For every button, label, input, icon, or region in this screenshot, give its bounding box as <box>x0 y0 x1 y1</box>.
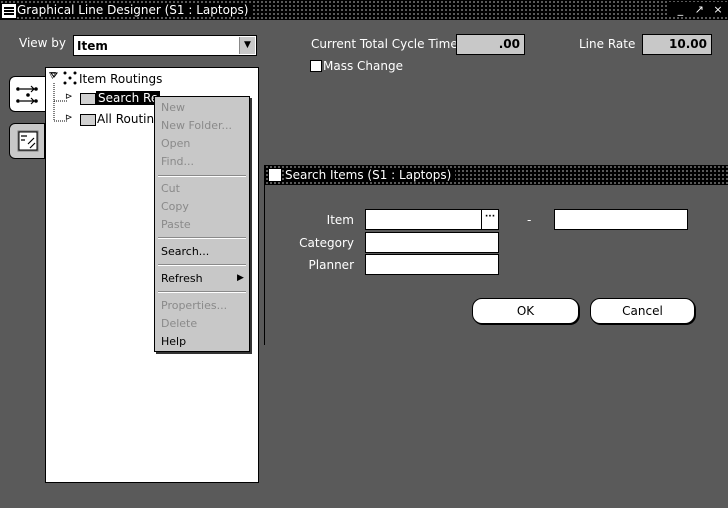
close-icon[interactable]: × <box>711 3 725 17</box>
menu-item-properties[interactable]: Properties... <box>161 299 227 312</box>
menu-item-delete[interactable]: Delete <box>161 317 197 330</box>
collapse-icon[interactable]: ▽ <box>49 71 56 81</box>
tree-item-search-results[interactable]: Search Re <box>96 91 161 105</box>
mass-change-checkbox[interactable] <box>310 60 322 72</box>
folder-icon <box>80 114 96 126</box>
window-title: Graphical Line Designer (S1 : Laptops) <box>17 3 252 17</box>
view-by-label: View by <box>19 36 67 50</box>
cycle-time-field: .00 <box>456 34 525 55</box>
line-rate-field: 10.00 <box>642 34 712 55</box>
category-label: Category <box>299 236 354 250</box>
cancel-button[interactable]: Cancel <box>590 298 695 324</box>
menu-item-search[interactable]: Search... <box>161 245 209 258</box>
app-icon <box>1 3 17 19</box>
item-to-field[interactable] <box>554 209 688 230</box>
mass-change-label: Mass Change <box>323 59 403 73</box>
view-by-value: Item <box>77 39 108 53</box>
tree-item-all-routings[interactable]: All Routing <box>97 112 162 126</box>
item-from-field[interactable]: ··· <box>365 209 499 230</box>
line-rate-label: Line Rate <box>579 37 636 51</box>
list-of-values-icon[interactable]: ··· <box>481 210 498 229</box>
menu-separator <box>158 291 246 293</box>
network-icon <box>63 71 77 85</box>
menu-item-new[interactable]: New <box>161 101 185 114</box>
submenu-arrow-icon: ▶ <box>237 273 244 283</box>
item-label: Item <box>326 213 354 227</box>
chevron-down-icon[interactable]: ▼ <box>239 37 255 54</box>
menu-item-copy[interactable]: Copy <box>161 200 189 213</box>
ok-button[interactable]: OK <box>472 298 579 324</box>
minimize-icon[interactable]: _ <box>673 3 687 17</box>
menu-item-cut[interactable]: Cut <box>161 182 180 195</box>
menu-separator <box>158 264 246 266</box>
planner-label: Planner <box>308 258 354 272</box>
tree-root-label[interactable]: Item Routings <box>79 72 162 86</box>
expand-icon[interactable]: ⊳ <box>65 113 73 123</box>
folder-icon <box>80 93 96 105</box>
dialog-title-bar: Search Items (S1 : Laptops) <box>265 165 728 185</box>
dialog-title: Search Items (S1 : Laptops) <box>285 168 456 182</box>
planner-field[interactable] <box>365 254 499 275</box>
menu-item-find[interactable]: Find... <box>161 155 194 168</box>
main-title-bar: Graphical Line Designer (S1 : Laptops) _… <box>0 0 728 20</box>
menu-item-refresh[interactable]: Refresh <box>161 272 203 285</box>
maximize-icon[interactable]: ↗ <box>692 3 706 17</box>
menu-item-help[interactable]: Help <box>161 335 186 348</box>
menu-separator <box>158 237 246 239</box>
menu-separator <box>158 175 246 177</box>
view-by-select[interactable]: Item ▼ <box>73 35 257 56</box>
range-separator: - <box>527 213 532 227</box>
context-menu: New New Folder... Open Find... Cut Copy … <box>154 96 250 352</box>
menu-item-paste[interactable]: Paste <box>161 218 191 231</box>
menu-item-open[interactable]: Open <box>161 137 190 150</box>
window-controls: _ ↗ × <box>669 2 728 17</box>
search-items-dialog: Search Items (S1 : Laptops) Item ··· - C… <box>264 165 728 345</box>
routing-network-icon <box>16 85 38 105</box>
expand-icon[interactable]: ⊳ <box>65 92 73 102</box>
diagram-icon <box>17 130 39 152</box>
category-field[interactable] <box>365 232 499 253</box>
menu-item-new-folder[interactable]: New Folder... <box>161 119 232 132</box>
cycle-time-label: Current Total Cycle Time <box>311 37 458 51</box>
tab-graphical-view[interactable] <box>9 123 45 159</box>
tab-routing-view[interactable] <box>9 76 45 112</box>
app-icon <box>268 168 282 182</box>
